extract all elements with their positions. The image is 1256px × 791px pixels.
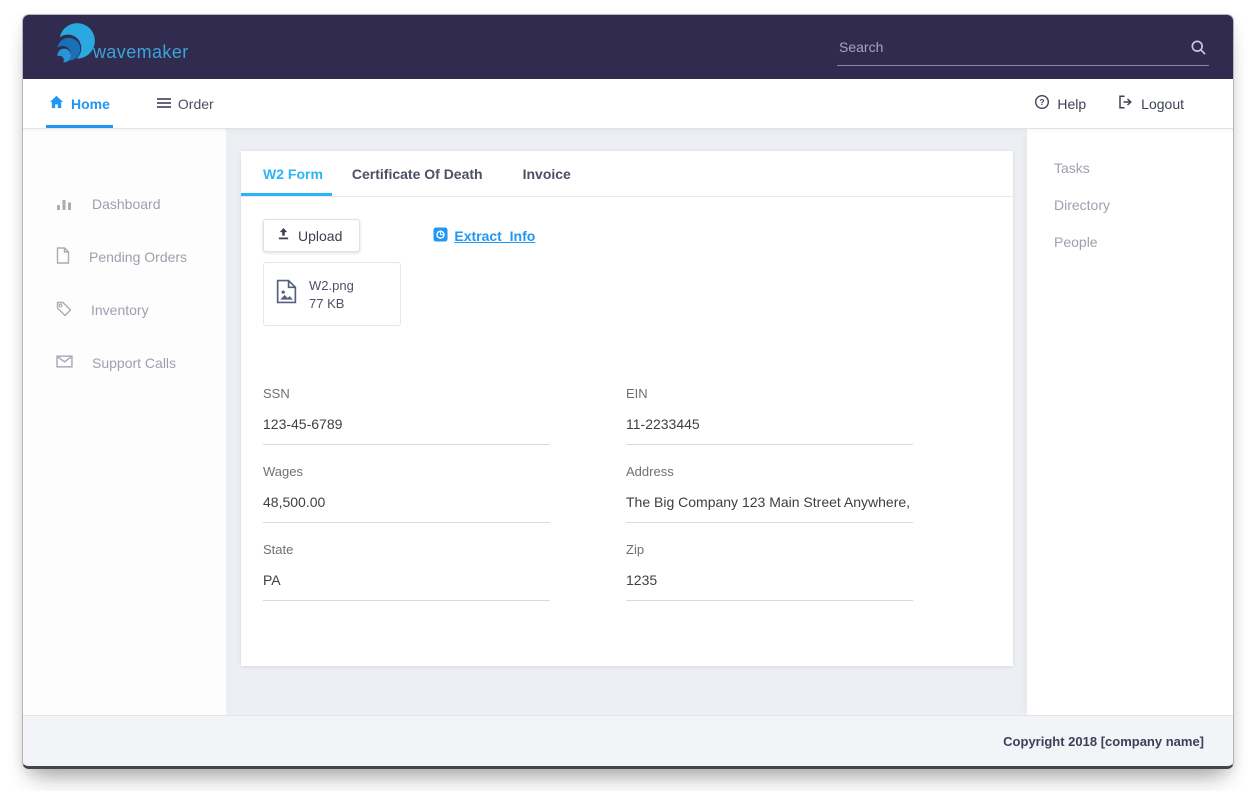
sidebar-item-people[interactable]: People — [1054, 223, 1233, 260]
browser-window: wavemaker Home — [22, 14, 1234, 769]
field-wages: Wages — [263, 464, 550, 523]
field-label-zip: Zip — [626, 542, 913, 557]
document-tabs: W2 Form Certificate Of Death Invoice — [241, 151, 1013, 197]
field-label-address: Address — [626, 464, 913, 479]
sidebar-item-directory[interactable]: Directory — [1054, 186, 1233, 223]
search-icon[interactable] — [1190, 39, 1207, 56]
tag-icon — [56, 301, 72, 320]
field-ssn: SSN — [263, 386, 550, 445]
file-name: W2.png — [309, 278, 354, 293]
help-icon: ? — [1034, 94, 1050, 113]
field-label-ein: EIN — [626, 386, 913, 401]
tab-invoice[interactable]: Invoice — [503, 151, 591, 196]
help-button[interactable]: ? Help — [1034, 94, 1086, 113]
field-label-wages: Wages — [263, 464, 550, 479]
extract-file-icon — [433, 227, 448, 245]
search-bar — [837, 35, 1209, 66]
app-header: wavemaker — [23, 15, 1233, 79]
nav-tab-label: Home — [71, 96, 110, 112]
brand-name: wavemaker — [93, 42, 189, 63]
nav-tab-order[interactable]: Order — [154, 79, 217, 128]
w2-form-fields: SSN EIN Wages Address — [263, 386, 991, 601]
search-input[interactable] — [839, 39, 1190, 55]
home-icon — [49, 95, 64, 112]
ssn-input[interactable] — [263, 401, 550, 445]
extract-info-link[interactable]: Extract_Info — [433, 227, 535, 245]
sidebar-item-inventory[interactable]: Inventory — [23, 296, 226, 324]
field-ein: EIN — [626, 386, 913, 445]
upload-icon — [277, 227, 290, 244]
logout-label: Logout — [1141, 96, 1184, 112]
tab-label: Invoice — [523, 166, 571, 182]
tab-w2-form[interactable]: W2 Form — [241, 151, 332, 196]
tab-label: Certificate Of Death — [352, 166, 483, 182]
right-item-label: Tasks — [1054, 160, 1090, 176]
logout-icon — [1118, 95, 1134, 112]
copyright-text: Copyright 2018 [company name] — [1003, 734, 1204, 749]
sidebar-item-label: Dashboard — [92, 196, 161, 212]
app-footer: Copyright 2018 [company name] — [23, 715, 1233, 766]
help-label: Help — [1057, 96, 1086, 112]
upload-button[interactable]: Upload — [263, 219, 360, 252]
sidebar-item-label: Support Calls — [92, 355, 176, 371]
tab-certificate-of-death[interactable]: Certificate Of Death — [332, 151, 503, 196]
nav-tab-label: Order — [178, 96, 214, 112]
tab-label: W2 Form — [263, 166, 323, 182]
image-file-icon — [276, 279, 297, 309]
sidebar-item-label: Inventory — [91, 302, 149, 318]
brand-logo[interactable]: wavemaker — [47, 20, 189, 75]
upload-toolbar: Upload Extract_Info — [263, 219, 991, 252]
field-address: Address — [626, 464, 913, 523]
svg-text:?: ? — [1040, 97, 1045, 107]
wave-logo-icon — [47, 20, 99, 75]
right-item-label: People — [1054, 234, 1098, 250]
right-sidebar: Tasks Directory People — [1027, 129, 1233, 715]
zip-input[interactable] — [626, 557, 913, 601]
field-label-state: State — [263, 542, 550, 557]
list-icon — [157, 96, 171, 112]
file-meta: W2.png 77 KB — [309, 278, 354, 311]
sidebar-item-support-calls[interactable]: Support Calls — [23, 349, 226, 377]
w2-form-panel: Upload Extract_Info — [241, 197, 1013, 666]
sidebar-item-pending-orders[interactable]: Pending Orders — [23, 243, 226, 271]
main-navbar: Home Order ? Help — [23, 79, 1233, 129]
ein-input[interactable] — [626, 401, 913, 445]
wages-input[interactable] — [263, 479, 550, 523]
state-input[interactable] — [263, 557, 550, 601]
navbar-actions: ? Help Logout — [1034, 79, 1233, 128]
sidebar-item-tasks[interactable]: Tasks — [1054, 149, 1233, 186]
file-size: 77 KB — [309, 296, 354, 311]
field-state: State — [263, 542, 550, 601]
bar-chart-icon — [56, 196, 73, 213]
upload-label: Upload — [298, 228, 342, 244]
logout-button[interactable]: Logout — [1118, 95, 1184, 112]
document-icon — [56, 247, 70, 267]
nav-tab-home[interactable]: Home — [46, 79, 113, 128]
sidebar-item-label: Pending Orders — [89, 249, 187, 265]
uploaded-file-card[interactable]: W2.png 77 KB — [263, 262, 401, 326]
extract-info-label: Extract_Info — [454, 228, 535, 244]
field-zip: Zip — [626, 542, 913, 601]
sidebar-item-dashboard[interactable]: Dashboard — [23, 190, 226, 218]
content-area: Dashboard Pending Orders — [23, 129, 1233, 715]
form-card: W2 Form Certificate Of Death Invoice — [241, 151, 1013, 666]
right-item-label: Directory — [1054, 197, 1110, 213]
field-label-ssn: SSN — [263, 386, 550, 401]
left-sidebar: Dashboard Pending Orders — [23, 129, 226, 715]
envelope-icon — [56, 355, 73, 371]
main-region: W2 Form Certificate Of Death Invoice — [226, 129, 1027, 715]
address-input[interactable] — [626, 479, 913, 523]
